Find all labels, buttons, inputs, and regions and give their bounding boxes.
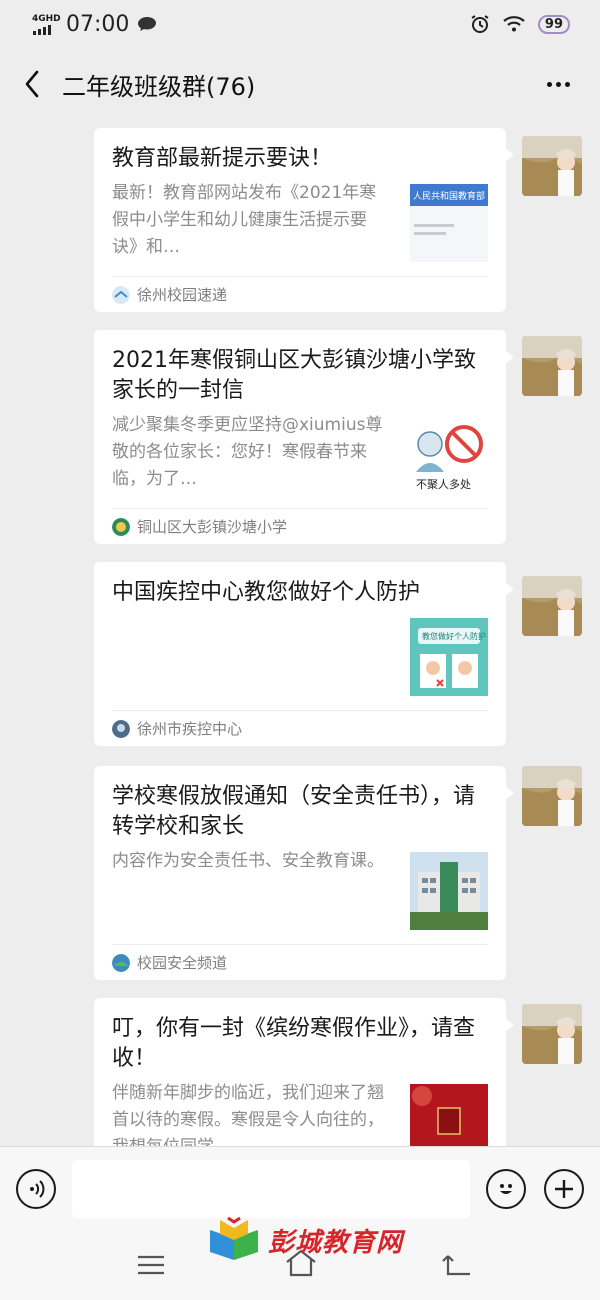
recent-apps-icon[interactable]	[136, 1254, 166, 1276]
article-card[interactable]: 叮，你有一封《缤纷寒假作业》，请查收！ 伴随新年脚步的临近，我们迎来了翘首以待的…	[94, 998, 514, 1146]
voice-icon	[30, 1179, 45, 1198]
source-logo-icon	[112, 517, 130, 536]
title-bar: 二年级班级群(76)	[0, 48, 600, 120]
article-body: 伴随新年脚步的临近，我们迎来了翘首以待的寒假。寒假是令人向往的，我想每位同学…	[112, 1080, 488, 1146]
source-logo-icon	[112, 719, 130, 738]
battery-indicator: 99	[537, 14, 570, 34]
source-name: 校园安全频道	[137, 954, 228, 972]
article-thumbnail: 不聚人多处	[410, 416, 488, 494]
message-input[interactable]	[72, 1159, 470, 1218]
article-thumbnail	[410, 1084, 488, 1146]
article-card[interactable]: 教育部最新提示要诀！ 最新！教育部网站发布《2021年寒假中小学生和幼儿健康生活…	[94, 128, 514, 312]
avatar[interactable]	[522, 1004, 582, 1064]
article-card[interactable]: 学校寒假放假通知（安全责任书），请转学校和家长 内容作为安全责任书、安全教育课。	[94, 766, 514, 980]
book-logo-icon	[210, 1216, 258, 1260]
source-name: 铜山区大彭镇沙塘小学	[137, 518, 288, 536]
source-name: 徐州市疾控中心	[137, 720, 243, 738]
chat-notification-icon	[138, 17, 157, 31]
article-body: 减少聚集冬季更应坚持@xiumius尊敬的各位家长：您好！寒假春节来临，为了… …	[112, 412, 488, 494]
article-description: 伴随新年脚步的临近，我们迎来了翘首以待的寒假。寒假是令人向往的，我想每位同学…	[112, 1083, 384, 1146]
alarm-icon	[471, 15, 489, 33]
article-title: 学校寒假放假通知（安全责任书），请转学校和家长	[112, 784, 476, 839]
article-body: 最新！教育部网站发布《2021年寒假中小学生和幼儿健康生活提示要诀》和… 人民共…	[112, 180, 488, 262]
avatar[interactable]	[522, 576, 582, 636]
article-source: 铜山区大彭镇沙塘小学	[112, 508, 488, 544]
more-button[interactable]	[540, 66, 576, 102]
watermark-text: 彭城教育网	[268, 1227, 404, 1258]
more-dot-icon	[555, 81, 561, 87]
source-name: 徐州校园速递	[137, 286, 228, 304]
article-description: 内容作为安全责任书、安全教育课。	[112, 851, 384, 871]
more-dot-icon	[546, 81, 552, 87]
source-logo-icon	[112, 285, 130, 304]
thumbnail-text: 教您做好个人防护	[422, 631, 486, 641]
article-thumbnail: 人民共和国教育部	[410, 184, 488, 262]
status-right: 99	[470, 14, 570, 34]
thumbnail-text: 人民共和国教育部	[413, 190, 485, 202]
article-source: 徐州市疾控中心	[112, 710, 488, 746]
article-title: 教育部最新提示要诀！	[112, 146, 333, 171]
avatar[interactable]	[522, 766, 582, 826]
article-description	[112, 614, 410, 695]
more-dot-icon	[564, 81, 570, 87]
article-title: 叮，你有一封《缤纷寒假作业》，请查收！	[112, 1016, 476, 1071]
article-description: 最新！教育部网站发布《2021年寒假中小学生和幼儿健康生活提示要诀》和…	[112, 183, 377, 257]
plus-icon	[555, 1179, 573, 1198]
article-thumbnail: 教您做好个人防护	[410, 618, 488, 696]
status-bar: 4GHD 07:00 99	[0, 0, 600, 48]
wifi-icon	[503, 16, 525, 32]
add-button[interactable]	[544, 1168, 584, 1209]
article-title: 中国疾控中心教您做好个人防护	[112, 580, 421, 605]
smiley-icon	[500, 1183, 512, 1194]
clock: 07:00	[66, 11, 130, 37]
chat-title: 二年级班级群(76)	[62, 72, 256, 101]
chevron-left-icon	[25, 70, 39, 98]
thumbnail-text: 不聚人多处	[416, 477, 471, 491]
back-nav-icon[interactable]	[442, 1252, 474, 1278]
article-source: 徐州校园速递	[112, 276, 488, 312]
voice-button[interactable]	[16, 1168, 56, 1209]
back-button[interactable]	[4, 48, 60, 120]
avatar[interactable]	[522, 336, 582, 396]
network-indicator: 4GHD	[30, 11, 61, 37]
article-card[interactable]: 2021年寒假铜山区大彭镇沙塘小学致家长的一封信 减少聚集冬季更应坚持@xium…	[94, 330, 514, 544]
watermark: 彭城教育网	[206, 1216, 403, 1264]
article-thumbnail	[410, 852, 488, 930]
article-body: 教您做好个人防护	[112, 614, 488, 696]
article-title: 2021年寒假铜山区大彭镇沙塘小学致家长的一封信	[112, 348, 476, 403]
article-card[interactable]: 中国疾控中心教您做好个人防护 教您做好个人防护 徐州市疾控中心	[94, 562, 514, 746]
article-body: 内容作为安全责任书、安全教育课。	[112, 848, 488, 930]
signal-icon	[33, 25, 51, 35]
message-list[interactable]: 教育部最新提示要诀！ 最新！教育部网站发布《2021年寒假中小学生和幼儿健康生活…	[0, 120, 600, 1146]
network-label: 4GHD	[32, 14, 61, 24]
article-description: 减少聚集冬季更应坚持@xiumius尊敬的各位家长：您好！寒假春节来临，为了…	[112, 415, 383, 489]
article-source: 校园安全频道	[112, 944, 488, 980]
emoji-button[interactable]	[486, 1168, 526, 1209]
source-logo-icon	[112, 953, 130, 972]
avatar[interactable]	[522, 136, 582, 196]
